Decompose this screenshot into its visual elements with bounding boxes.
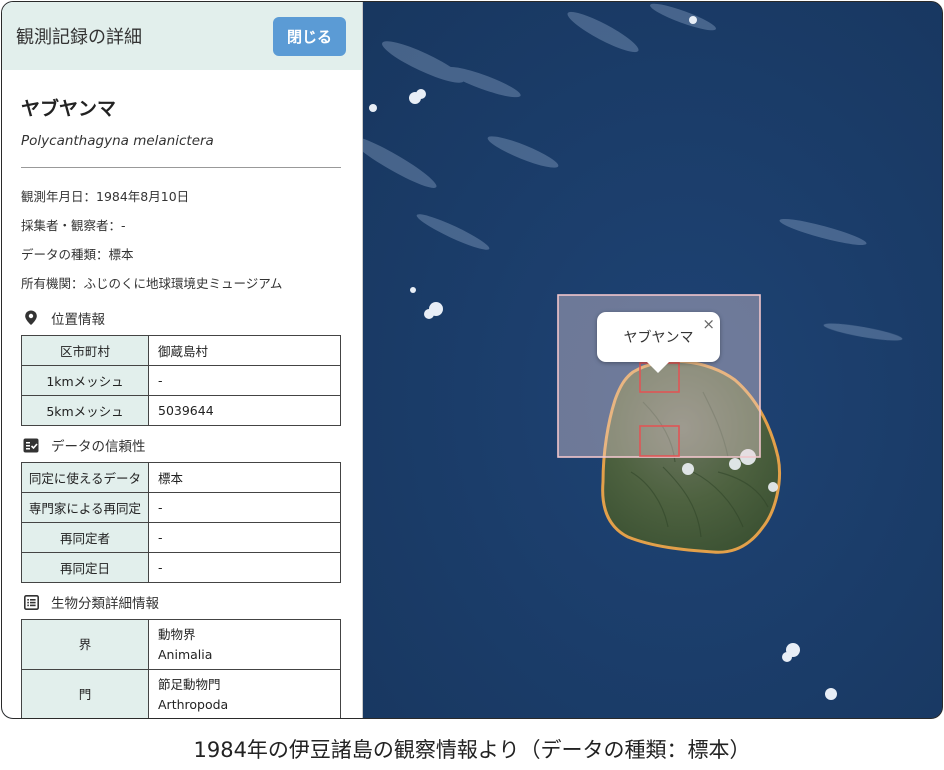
table-value: - [148,522,341,553]
table-value: - [148,492,341,523]
satellite-map[interactable]: ヤブヤンマ × [363,2,942,718]
taxon-name-ja: 動物界 [158,626,196,642]
popup-close-icon[interactable]: × [702,315,715,333]
table-value: 節足動物門 Arthropoda [148,669,341,718]
checklist-icon [23,437,39,453]
observer: 採集者・観察者：- [21,218,126,233]
table-value: - [148,365,341,396]
panel-body: ヤブヤンマ Polycanthagyna melanictera 観測年月日：1… [2,70,362,718]
table-row: 再同定者 - [21,522,341,553]
owning-institution: 所有機関：ふじのくに地球環境史ミュージアム [21,276,283,291]
popup-label: ヤブヤンマ [623,330,694,346]
panel-title: 観測記録の詳細 [16,27,142,48]
list-icon [23,594,39,610]
table-key: 専門家による再同定 [21,492,149,523]
table-row: 門 節足動物門 Arthropoda [21,669,341,718]
taxonomy-section-title: 生物分類詳細情報 [23,592,341,612]
location-table: 区市町村 御蔵島村 1kmメッシュ - 5kmメッシュ 5039644 [21,335,341,426]
app-window: 観測記録の詳細 閉じる ヤブヤンマ Polycanthagyna melanic… [1,1,943,719]
taxonomy-title-text: 生物分類詳細情報 [51,596,159,612]
table-key: 再同定日 [21,552,149,583]
table-value: 標本 [148,462,341,493]
table-value: 5039644 [148,395,341,426]
location-section-title: 位置情報 [23,308,341,328]
close-button[interactable]: 閉じる [273,16,346,56]
reliability-section-title: データの信頼性 [23,435,341,455]
reliability-table: 同定に使えるデータ 標本 専門家による再同定 - 再同定者 - 再同定日 - [21,462,341,583]
table-row: 同定に使えるデータ 標本 [21,462,341,493]
table-row: 5kmメッシュ 5039644 [21,395,341,426]
observation-date: 観測年月日：1984年8月10日 [21,189,190,204]
table-row: 界 動物界 Animalia [21,619,341,670]
figure-caption: 1984年の伊豆諸島の観察情報より（データの種類：標本） [193,738,751,762]
location-title-text: 位置情報 [51,312,105,328]
table-row: 区市町村 御蔵島村 [21,335,341,366]
table-row: 1kmメッシュ - [21,365,341,396]
divider [21,167,341,168]
taxonomy-table: 界 動物界 Animalia 門 節足動物門 Arthropoda [21,619,341,718]
species-scientific-name: Polycanthagyna melanictera [21,133,214,149]
table-value: - [148,552,341,583]
table-value: 動物界 Animalia [148,619,341,670]
panel-header: 観測記録の詳細 閉じる [2,2,362,70]
table-key: 区市町村 [21,335,149,366]
table-key: 門 [21,669,149,718]
table-key: 同定に使えるデータ [21,462,149,493]
map-popup[interactable]: ヤブヤンマ × [597,312,720,373]
data-type: データの種類：標本 [21,247,134,262]
table-value: 御蔵島村 [148,335,341,366]
species-name: ヤブヤンマ [21,98,117,120]
map-pin-icon [23,310,39,326]
table-key: 界 [21,619,149,670]
table-key: 1kmメッシュ [21,365,149,396]
table-row: 専門家による再同定 - [21,492,341,523]
reliability-title-text: データの信頼性 [51,439,146,455]
detail-panel: 観測記録の詳細 閉じる ヤブヤンマ Polycanthagyna melanic… [2,2,363,718]
taxon-name-en: Arthropoda [158,696,229,712]
taxon-name-ja: 節足動物門 [158,676,221,692]
taxon-name-en: Animalia [158,646,213,662]
table-key: 5kmメッシュ [21,395,149,426]
table-key: 再同定者 [21,522,149,553]
table-row: 再同定日 - [21,552,341,583]
